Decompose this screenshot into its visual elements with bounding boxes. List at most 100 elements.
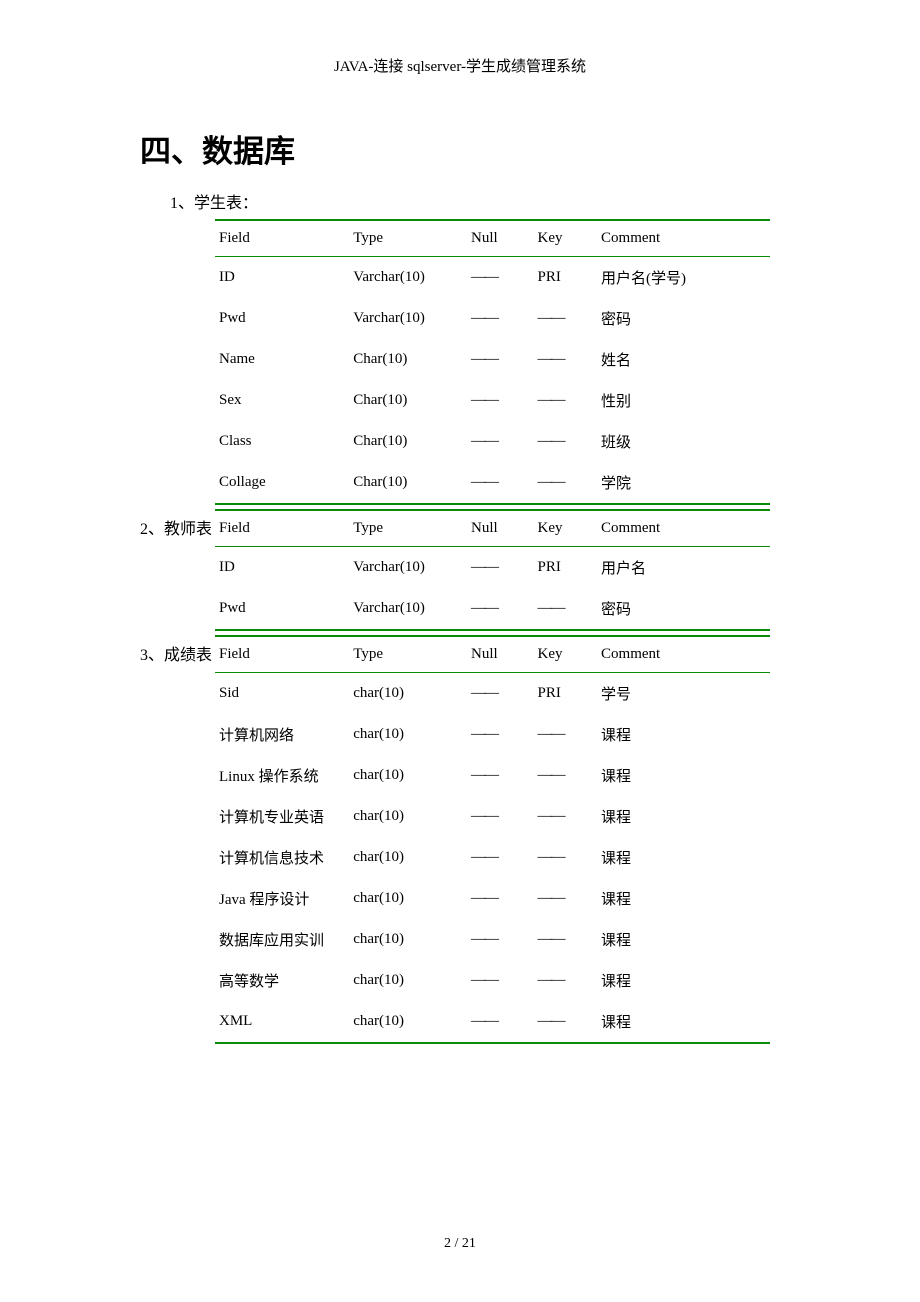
cell-field: Pwd xyxy=(215,588,353,630)
cell-field: ID xyxy=(215,547,353,589)
cell-null: —— xyxy=(471,755,538,796)
column-header-comment: Comment xyxy=(601,510,770,547)
cell-field: 计算机专业英语 xyxy=(215,796,353,837)
table-row: 计算机网络char(10)————课程 xyxy=(215,714,770,755)
column-header-field: Field xyxy=(215,636,353,673)
cell-key: —— xyxy=(538,714,601,755)
cell-null: —— xyxy=(471,339,538,380)
main-heading: 四、数据库 xyxy=(140,126,800,171)
cell-key: —— xyxy=(538,878,601,919)
cell-field: Sex xyxy=(215,380,353,421)
table-row: Java 程序设计char(10)————课程 xyxy=(215,878,770,919)
column-header-null: Null xyxy=(471,220,538,257)
column-header-type: Type xyxy=(353,636,471,673)
cell-type: Char(10) xyxy=(353,339,471,380)
table-row: PwdVarchar(10)————密码 xyxy=(215,298,770,339)
cell-null: —— xyxy=(471,462,538,504)
cell-key: —— xyxy=(538,462,601,504)
cell-comment: 学院 xyxy=(601,462,770,504)
cell-type: char(10) xyxy=(353,837,471,878)
table-row: 计算机信息技术char(10)————课程 xyxy=(215,837,770,878)
column-header-type: Type xyxy=(353,510,471,547)
cell-key: —— xyxy=(538,298,601,339)
db-table: FieldTypeNullKeyCommentIDVarchar(10)——PR… xyxy=(215,219,770,505)
cell-field: Sid xyxy=(215,673,353,715)
cell-comment: 课程 xyxy=(601,796,770,837)
cell-comment: 课程 xyxy=(601,837,770,878)
cell-type: Varchar(10) xyxy=(353,257,471,299)
column-header-comment: Comment xyxy=(601,636,770,673)
column-header-field: Field xyxy=(215,220,353,257)
db-table: FieldTypeNullKeyCommentIDVarchar(10)——PR… xyxy=(215,509,770,631)
cell-key: PRI xyxy=(538,257,601,299)
cell-type: Varchar(10) xyxy=(353,588,471,630)
cell-field: Java 程序设计 xyxy=(215,878,353,919)
cell-type: char(10) xyxy=(353,796,471,837)
cell-key: —— xyxy=(538,1001,601,1043)
cell-type: char(10) xyxy=(353,673,471,715)
cell-field: 数据库应用实训 xyxy=(215,919,353,960)
table-row: ClassChar(10)————班级 xyxy=(215,421,770,462)
cell-key: PRI xyxy=(538,673,601,715)
cell-null: —— xyxy=(471,257,538,299)
column-header-key: Key xyxy=(538,510,601,547)
cell-null: —— xyxy=(471,837,538,878)
cell-key: —— xyxy=(538,380,601,421)
cell-field: Pwd xyxy=(215,298,353,339)
cell-field: Linux 操作系统 xyxy=(215,755,353,796)
page-header: JAVA-连接 sqlserver-学生成绩管理系统 xyxy=(0,0,920,126)
cell-comment: 课程 xyxy=(601,1001,770,1043)
cell-null: —— xyxy=(471,547,538,589)
cell-field: XML xyxy=(215,1001,353,1043)
cell-key: PRI xyxy=(538,547,601,589)
cell-null: —— xyxy=(471,421,538,462)
table-row: 高等数学char(10)————课程 xyxy=(215,960,770,1001)
cell-comment: 密码 xyxy=(601,588,770,630)
section-label: 3、成绩表 xyxy=(140,641,212,665)
cell-comment: 课程 xyxy=(601,755,770,796)
table-row: SexChar(10)————性别 xyxy=(215,380,770,421)
cell-comment: 用户名 xyxy=(601,547,770,589)
cell-null: —— xyxy=(471,919,538,960)
cell-key: —— xyxy=(538,588,601,630)
cell-field: Collage xyxy=(215,462,353,504)
table-row: NameChar(10)————姓名 xyxy=(215,339,770,380)
cell-comment: 密码 xyxy=(601,298,770,339)
cell-type: Char(10) xyxy=(353,380,471,421)
cell-null: —— xyxy=(471,298,538,339)
cell-field: ID xyxy=(215,257,353,299)
cell-key: —— xyxy=(538,755,601,796)
cell-type: char(10) xyxy=(353,960,471,1001)
cell-comment: 姓名 xyxy=(601,339,770,380)
cell-type: Varchar(10) xyxy=(353,547,471,589)
cell-type: char(10) xyxy=(353,878,471,919)
table-row: PwdVarchar(10)————密码 xyxy=(215,588,770,630)
cell-key: —— xyxy=(538,421,601,462)
column-header-comment: Comment xyxy=(601,220,770,257)
table-row: 数据库应用实训char(10)————课程 xyxy=(215,919,770,960)
table-row: CollageChar(10)————学院 xyxy=(215,462,770,504)
cell-type: Char(10) xyxy=(353,462,471,504)
cell-field: 高等数学 xyxy=(215,960,353,1001)
table-row: IDVarchar(10)——PRI用户名 xyxy=(215,547,770,589)
cell-comment: 用户名(学号) xyxy=(601,257,770,299)
cell-comment: 课程 xyxy=(601,714,770,755)
cell-comment: 班级 xyxy=(601,421,770,462)
cell-type: char(10) xyxy=(353,1001,471,1043)
cell-null: —— xyxy=(471,1001,538,1043)
cell-comment: 课程 xyxy=(601,919,770,960)
cell-type: Char(10) xyxy=(353,421,471,462)
cell-type: char(10) xyxy=(353,714,471,755)
cell-key: —— xyxy=(538,919,601,960)
cell-field: 计算机信息技术 xyxy=(215,837,353,878)
cell-comment: 性别 xyxy=(601,380,770,421)
cell-key: —— xyxy=(538,837,601,878)
column-header-null: Null xyxy=(471,636,538,673)
table-row: IDVarchar(10)——PRI用户名(学号) xyxy=(215,257,770,299)
cell-type: char(10) xyxy=(353,755,471,796)
table-row: XMLchar(10)————课程 xyxy=(215,1001,770,1043)
column-header-type: Type xyxy=(353,220,471,257)
cell-null: —— xyxy=(471,380,538,421)
cell-key: —— xyxy=(538,339,601,380)
column-header-key: Key xyxy=(538,636,601,673)
